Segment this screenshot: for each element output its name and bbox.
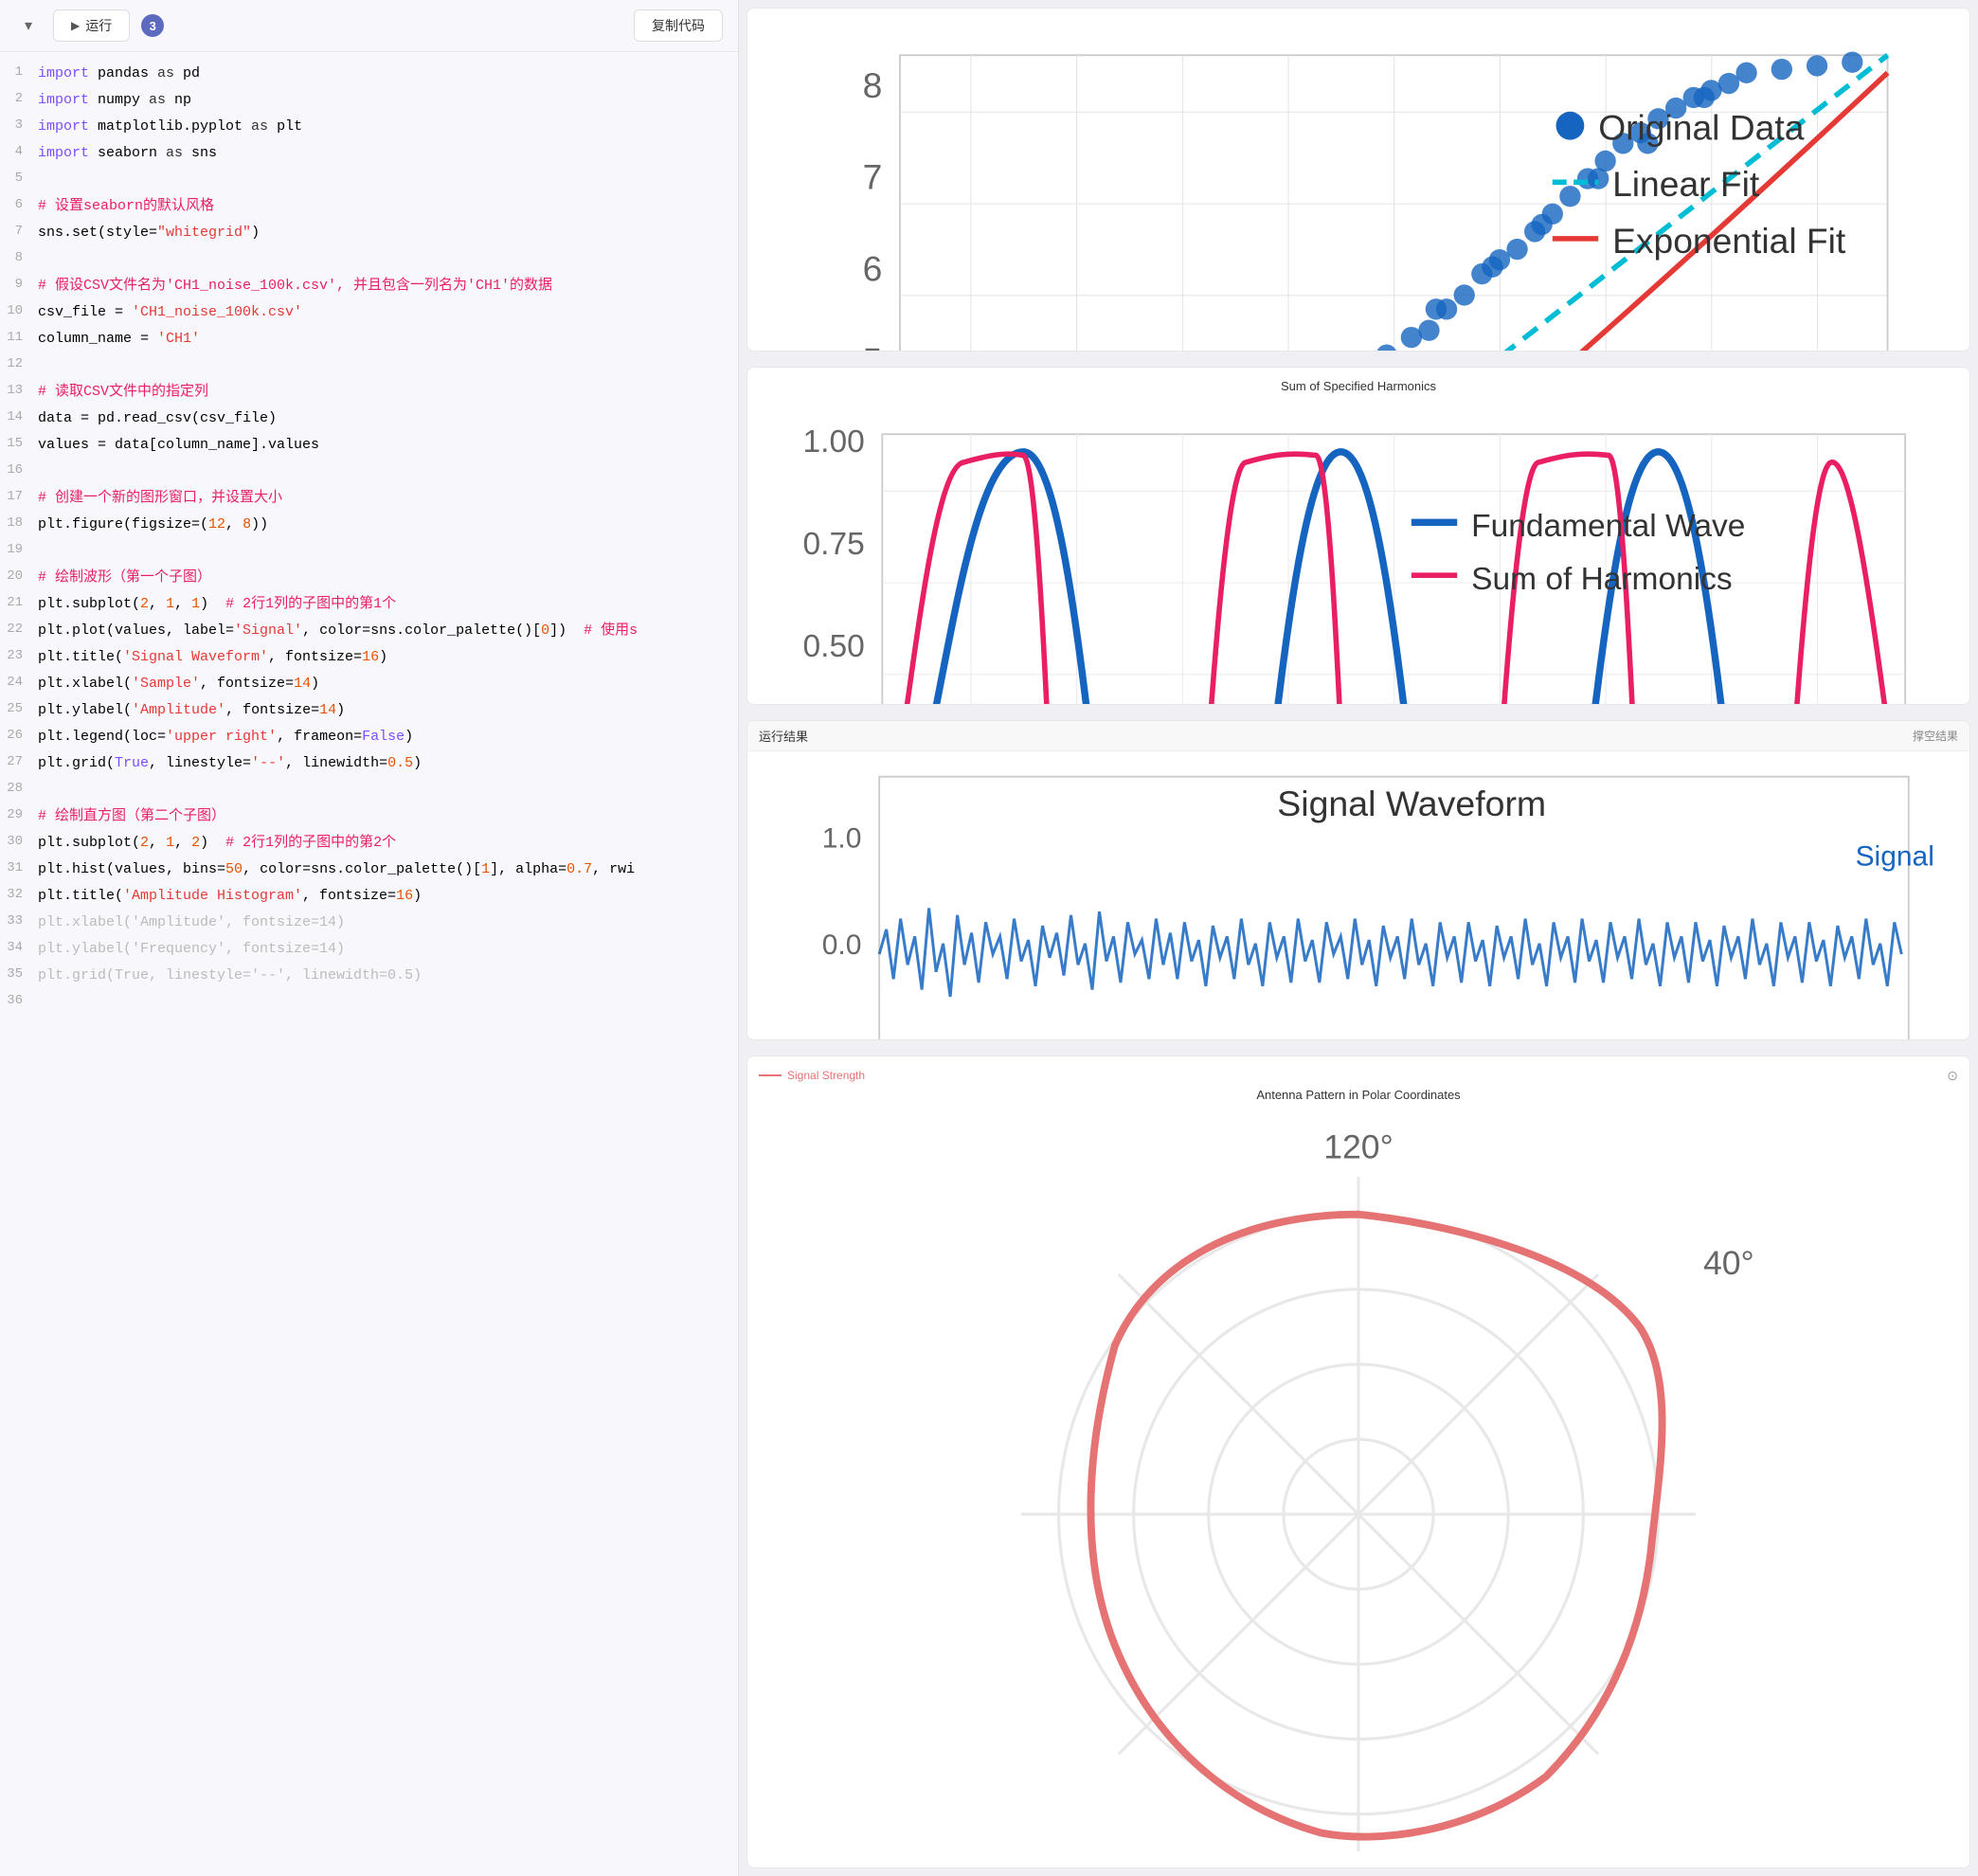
svg-text:7: 7 xyxy=(863,157,883,197)
output-section: 运行结果 撑空结果 Signal Waveform 1.0 0.0 -1.0 0… xyxy=(746,720,1970,1040)
code-line: 36 xyxy=(0,990,738,1017)
code-line: 1 import pandas as pd xyxy=(0,62,738,88)
code-line: 12 xyxy=(0,353,738,380)
code-line: 30 plt.subplot(2, 1, 2) # 2行1列的子图中的第2个 xyxy=(0,831,738,857)
code-line: 9 # 假设CSV文件名为'CH1_noise_100k.csv', 并且包含一… xyxy=(0,274,738,300)
code-line: 3 import matplotlib.pyplot as plt xyxy=(0,115,738,141)
polar-settings-icon[interactable]: ⊙ xyxy=(1947,1068,1958,1084)
code-line: 35 plt.grid(True, linestyle='--', linewi… xyxy=(0,964,738,990)
copy-button[interactable]: 复制代码 xyxy=(634,9,723,42)
svg-text:5: 5 xyxy=(863,340,883,352)
svg-text:8: 8 xyxy=(863,65,883,105)
code-line: 20 # 绘制波形（第一个子图） xyxy=(0,566,738,592)
code-line: 31 plt.hist(values, bins=50, color=sns.c… xyxy=(0,857,738,884)
code-line: 10 csv_file = 'CH1_noise_100k.csv' xyxy=(0,300,738,327)
code-line: 26 plt.legend(loc='upper right', frameon… xyxy=(0,725,738,751)
code-line: 19 xyxy=(0,539,738,566)
output-charts: Signal Waveform 1.0 0.0 -1.0 0 20000 400… xyxy=(747,751,1969,1040)
code-line: 27 plt.grid(True, linestyle='--', linewi… xyxy=(0,751,738,778)
svg-text:40°: 40° xyxy=(1703,1244,1754,1282)
code-line: 6 # 设置seaborn的默认风格 xyxy=(0,194,738,221)
code-line: 18 plt.figure(figsize=(12, 8)) xyxy=(0,513,738,539)
code-line: 23 plt.title('Signal Waveform', fontsize… xyxy=(0,645,738,672)
svg-text:0.75: 0.75 xyxy=(803,527,865,562)
code-line: 28 xyxy=(0,778,738,804)
svg-text:120°: 120° xyxy=(1323,1127,1394,1165)
code-line: 32 plt.title('Amplitude Histogram', font… xyxy=(0,884,738,911)
code-line: 7 sns.set(style="whitegrid") xyxy=(0,221,738,247)
code-line: 25 plt.ylabel('Amplitude', fontsize=14) xyxy=(0,698,738,725)
scatter-chart-card: 0 1 2 3 4 5 6 7 8 0 1 2 3 4 5 6 7 8 9 1 xyxy=(746,8,1970,352)
waveform-chart: Signal Waveform 1.0 0.0 -1.0 0 20000 400… xyxy=(755,759,1962,1040)
code-line: 33 plt.xlabel('Amplitude', fontsize=14) xyxy=(0,911,738,937)
svg-text:1.0: 1.0 xyxy=(822,822,862,854)
collapse-button[interactable]: ▾ xyxy=(15,12,42,39)
output-action[interactable]: 撑空结果 xyxy=(1913,728,1958,744)
code-line: 11 column_name = 'CH1' xyxy=(0,327,738,353)
svg-text:Linear Fit: Linear Fit xyxy=(1612,164,1760,204)
code-line: 14 data = pd.read_csv(csv_file) xyxy=(0,406,738,433)
code-line: 16 xyxy=(0,460,738,486)
scatter-chart-svg: 0 1 2 3 4 5 6 7 8 0 1 2 3 4 5 6 7 8 9 1 xyxy=(759,20,1958,352)
code-line: 21 plt.subplot(2, 1, 1) # 2行1列的子图中的第1个 xyxy=(0,592,738,619)
polar-legend: Signal Strength xyxy=(787,1069,865,1082)
harmonics-chart-inner: Sum of Specified Harmonics 1.00 0.75 0.5… xyxy=(747,368,1969,705)
code-line: 34 plt.ylabel('Frequency', fontsize=14) xyxy=(0,937,738,964)
svg-text:Fundamental Wave: Fundamental Wave xyxy=(1471,509,1745,544)
code-line: 17 # 创建一个新的图形窗口，并设置大小 xyxy=(0,486,738,513)
code-line: 13 # 读取CSV文件中的指定列 xyxy=(0,380,738,406)
toolbar: ▾ ▶ 运行 3 复制代码 xyxy=(0,0,738,52)
right-panel: 0 1 2 3 4 5 6 7 8 0 1 2 3 4 5 6 7 8 9 1 xyxy=(739,0,1978,1876)
code-line: 2 import numpy as np xyxy=(0,88,738,115)
code-line: 22 plt.plot(values, label='Signal', colo… xyxy=(0,619,738,645)
svg-text:Signal: Signal xyxy=(1856,840,1934,872)
run-label: 运行 xyxy=(85,16,112,35)
svg-text:0.0: 0.0 xyxy=(822,929,862,961)
output-label: 运行结果 xyxy=(759,727,808,745)
play-icon: ▶ xyxy=(71,19,80,32)
code-line: 5 xyxy=(0,168,738,194)
svg-text:Original Data: Original Data xyxy=(1598,108,1805,148)
svg-text:Exponential Fit: Exponential Fit xyxy=(1612,221,1846,261)
code-panel: ▾ ▶ 运行 3 复制代码 1 import pandas as pd 2 im… xyxy=(0,0,739,1876)
polar-title: Antenna Pattern in Polar Coordinates xyxy=(759,1088,1958,1102)
harmonics-chart-svg: 1.00 0.75 0.50 0.25 0.00 -0.25 -0.50 -0.… xyxy=(759,399,1958,705)
svg-text:1.00: 1.00 xyxy=(803,424,865,460)
svg-text:Signal Waveform: Signal Waveform xyxy=(1277,784,1546,823)
run-button[interactable]: ▶ 运行 xyxy=(53,9,130,42)
svg-text:6: 6 xyxy=(863,249,883,289)
code-line: 8 xyxy=(0,247,738,274)
code-line: 29 # 绘制直方图（第二个子图） xyxy=(0,804,738,831)
svg-text:Sum of Harmonics: Sum of Harmonics xyxy=(1471,562,1733,597)
code-editor[interactable]: 1 import pandas as pd 2 import numpy as … xyxy=(0,52,738,1876)
polar-chart-card: Signal Strength ⊙ Antenna Pattern in Pol… xyxy=(746,1055,1970,1868)
harmonics-title: Sum of Specified Harmonics xyxy=(759,379,1958,393)
waveform-svg: Signal Waveform 1.0 0.0 -1.0 0 20000 400… xyxy=(755,759,1962,1040)
code-line: 15 values = data[column_name].values xyxy=(0,433,738,460)
run-badge: 3 xyxy=(141,14,164,37)
harmonics-chart-card: Sum of Specified Harmonics 1.00 0.75 0.5… xyxy=(746,367,1970,705)
scatter-chart-inner: 0 1 2 3 4 5 6 7 8 0 1 2 3 4 5 6 7 8 9 1 xyxy=(747,9,1969,352)
polar-chart-svg: 120° 40° xyxy=(759,1102,1958,1851)
code-line: 24 plt.xlabel('Sample', fontsize=14) xyxy=(0,672,738,698)
code-line: 4 import seaborn as sns xyxy=(0,141,738,168)
output-header: 运行结果 撑空结果 xyxy=(747,721,1969,751)
svg-text:0.50: 0.50 xyxy=(803,629,865,664)
